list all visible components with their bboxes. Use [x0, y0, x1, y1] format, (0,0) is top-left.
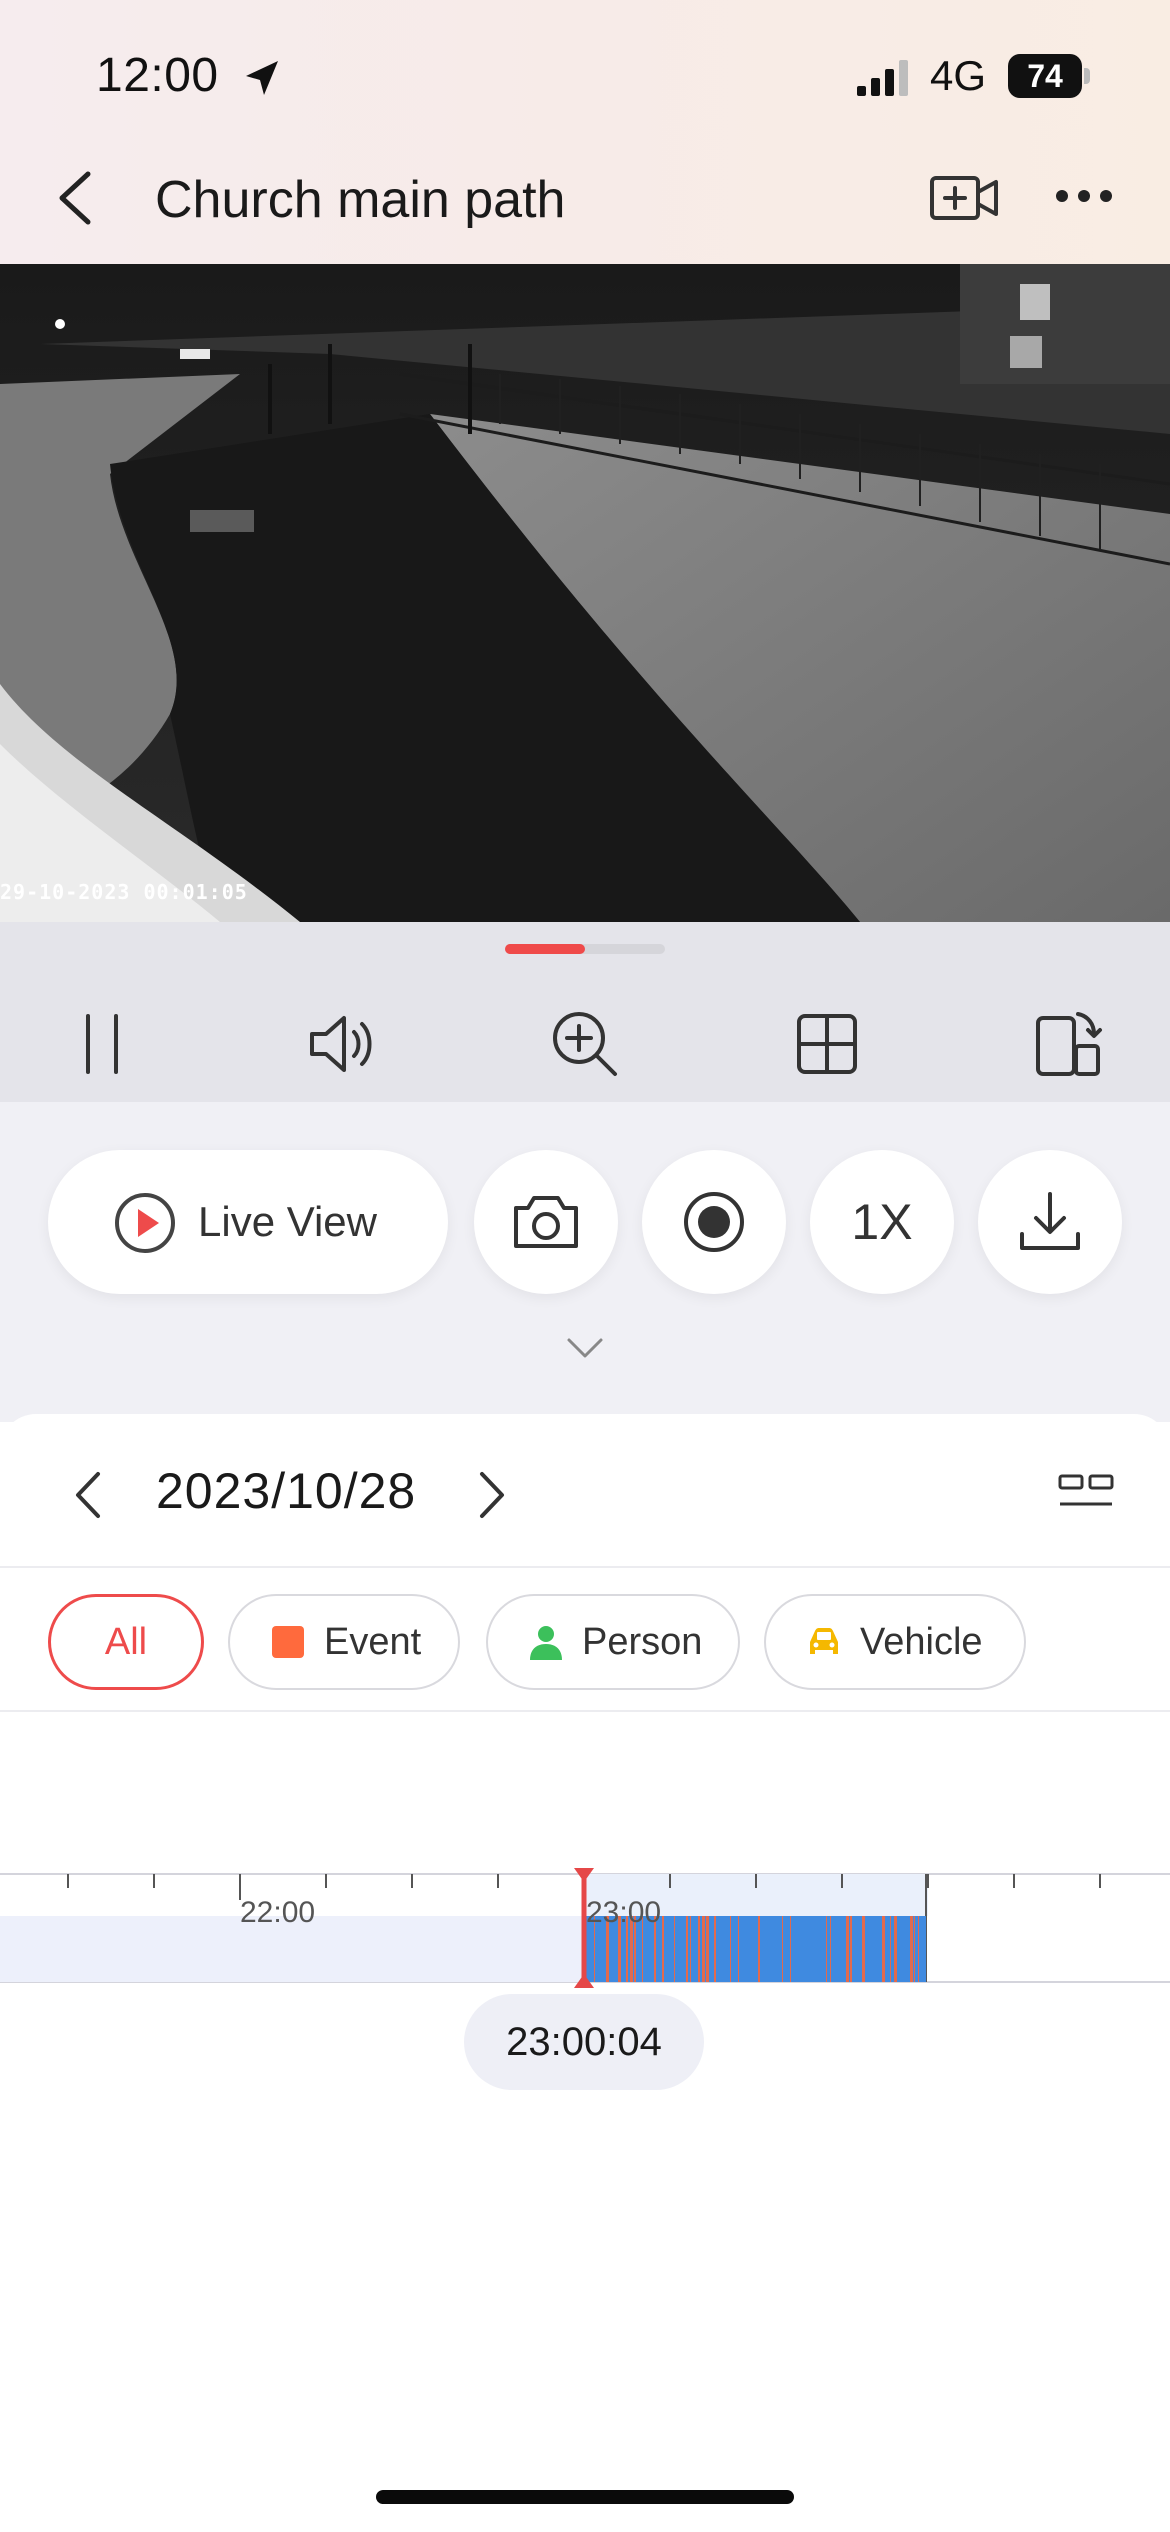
filter-person-label: Person	[582, 1620, 703, 1663]
zoom-in-icon[interactable]	[545, 1004, 625, 1084]
status-time: 12:00	[96, 49, 219, 102]
rotate-device-icon[interactable]	[1028, 1004, 1108, 1084]
play-circle-icon	[115, 1193, 175, 1253]
playback-control-bar	[0, 922, 1170, 1102]
event-stripe	[738, 1916, 739, 1982]
selected-date[interactable]: 2023/10/28	[156, 1462, 416, 1520]
timeline-track[interactable]	[0, 1790, 1170, 1990]
event-stripe	[846, 1916, 849, 1982]
battery-cap	[1084, 68, 1090, 84]
battery-level: 74	[1008, 54, 1082, 98]
video-timestamp-overlay: 29-10-2023 00:01:05	[0, 880, 248, 904]
event-stripe	[862, 1916, 865, 1982]
event-stripe	[882, 1916, 885, 1982]
event-stripe	[686, 1916, 688, 1982]
event-stripe	[850, 1916, 852, 1982]
snapshot-button[interactable]	[474, 1150, 618, 1294]
vehicle-car-icon	[810, 1628, 838, 1654]
event-stripe	[758, 1916, 760, 1982]
next-date-icon[interactable]	[474, 1468, 510, 1522]
filter-event-label: Event	[324, 1620, 422, 1663]
download-button[interactable]	[978, 1150, 1122, 1294]
pause-icon[interactable]	[62, 1004, 142, 1084]
event-stripe	[918, 1916, 919, 1982]
night-scene-illustration	[0, 264, 1170, 922]
filter-chip-person[interactable]: Person	[486, 1594, 740, 1690]
event-square-icon	[272, 1626, 304, 1658]
speaker-icon[interactable]	[304, 1004, 384, 1084]
event-stripe	[910, 1916, 913, 1982]
playback-speed-button[interactable]: 1X	[810, 1150, 954, 1294]
add-camera-icon[interactable]	[928, 168, 1000, 228]
event-stripe	[714, 1916, 716, 1982]
event-stripe	[730, 1916, 731, 1982]
drag-handle[interactable]	[505, 944, 665, 954]
download-icon	[1020, 1192, 1080, 1250]
filter-chip-event[interactable]: Event	[228, 1594, 460, 1690]
event-stripe	[894, 1916, 897, 1982]
grid-icon[interactable]	[787, 1004, 867, 1084]
person-icon	[530, 1626, 562, 1660]
current-playback-time: 23:00:04	[464, 1994, 704, 2090]
battery-icon: 74	[1008, 54, 1090, 98]
event-stripe	[890, 1916, 891, 1982]
event-stripe	[698, 1916, 700, 1982]
playback-speed-label: 1X	[851, 1194, 913, 1250]
layout-toggle-icon[interactable]	[1058, 1472, 1114, 1512]
record-icon	[684, 1192, 744, 1252]
live-view-label: Live View	[198, 1198, 377, 1245]
record-button[interactable]	[642, 1150, 786, 1294]
event-stripe	[702, 1916, 705, 1982]
filter-chip-vehicle[interactable]: Vehicle	[764, 1594, 1026, 1690]
tick-label-2300: 23:00	[586, 1896, 662, 1929]
divider	[0, 1710, 1170, 1712]
playback-actions: Live View 1X	[0, 1102, 1170, 1422]
event-stripe	[690, 1916, 691, 1982]
chevron-down-icon[interactable]	[565, 1336, 605, 1360]
filter-chip-all[interactable]: All	[48, 1594, 204, 1690]
event-stripe	[706, 1916, 709, 1982]
recording-timeline[interactable]: 22:00 23:00	[0, 1790, 1170, 2020]
cellular-signal-icon	[857, 60, 908, 96]
drag-handle-indicator	[505, 944, 585, 954]
filter-all-label: All	[104, 1620, 148, 1663]
event-stripe	[782, 1916, 783, 1982]
prev-date-icon[interactable]	[70, 1468, 106, 1522]
live-view-button[interactable]: Live View	[48, 1150, 448, 1294]
more-dots-icon[interactable]	[1052, 176, 1116, 216]
event-stripe	[826, 1916, 827, 1982]
home-indicator[interactable]	[376, 2490, 794, 2504]
event-stripe	[674, 1916, 675, 1982]
event-stripe	[662, 1916, 664, 1982]
recordings-panel: 2023/10/28 All Event Person Vehicle 22:0…	[0, 1414, 1170, 2532]
event-stripe	[830, 1916, 831, 1982]
divider	[0, 1566, 1170, 1568]
back-chevron-icon[interactable]	[52, 168, 100, 228]
tick-label-2200: 22:00	[240, 1896, 316, 1929]
page-title: Church main path	[155, 171, 566, 229]
location-arrow-icon	[246, 61, 278, 95]
event-stripe	[914, 1916, 915, 1982]
filter-vehicle-label: Vehicle	[860, 1620, 983, 1663]
event-stripe	[790, 1916, 791, 1982]
network-type: 4G	[930, 52, 987, 99]
camera-video-feed[interactable]: 29-10-2023 00:01:05	[0, 264, 1170, 922]
camera-icon	[514, 1196, 578, 1248]
